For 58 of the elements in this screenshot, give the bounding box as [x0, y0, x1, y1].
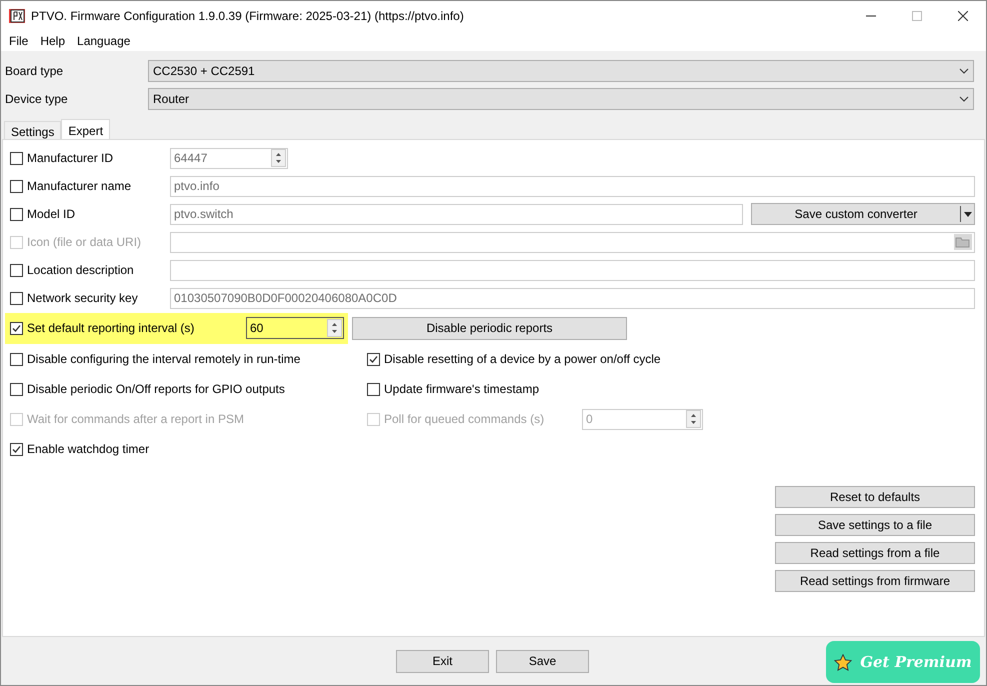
footer-button[interactable]: Exit [396, 650, 489, 672]
action-button[interactable]: Reset to defaults [775, 486, 975, 508]
chevron-down-icon [959, 68, 969, 74]
star-icon [834, 654, 852, 670]
app-logo-icon [9, 9, 25, 23]
checkbox[interactable] [10, 264, 23, 276]
menu-item[interactable]: File [3, 32, 34, 50]
option-label: Disable resetting of a device by a power on/off cycle [384, 351, 661, 368]
option-label: Enable watchdog timer [27, 441, 150, 458]
window-title: PTVO. Firmware Configuration 1.9.0.39 (Firmware: 2025-03-21) (https://ptvo.info) [31, 8, 464, 25]
text-field[interactable]: 01030507090B0D0F00020406080A0C0D [170, 288, 975, 308]
caret-icon [964, 212, 972, 216]
dropdown[interactable]: Router [148, 88, 974, 110]
option-label: Poll for queued commands (s) [384, 411, 544, 428]
spin-arrows-icon[interactable] [686, 410, 701, 428]
option-label: Network security key [27, 290, 138, 307]
option-label: Wait for commands after a report in PSM [27, 411, 244, 428]
checkbox[interactable] [10, 382, 23, 396]
disable-reports-button[interactable]: Disable periodic reports [352, 316, 627, 340]
number-field[interactable]: 64447 [170, 148, 288, 168]
option-label: Model ID [27, 206, 76, 223]
tab[interactable]: Expert [61, 119, 110, 139]
menu-item[interactable]: Language [71, 32, 136, 50]
field-label: Device type [5, 91, 69, 108]
split-button[interactable]: Save custom converter [751, 203, 975, 225]
checkbox[interactable] [10, 208, 23, 220]
action-button[interactable]: Read settings from firmware [775, 570, 975, 592]
checkbox[interactable] [10, 180, 23, 192]
option-label: Manufacturer name [27, 178, 132, 195]
chevron-down-icon [959, 96, 969, 102]
checkbox[interactable] [367, 382, 380, 396]
number-field[interactable]: 60 [246, 317, 344, 339]
footer-button[interactable]: Save [496, 650, 589, 672]
checkbox[interactable] [10, 292, 23, 304]
text-field[interactable]: ptvo.switch [170, 204, 743, 224]
spin-arrows-icon[interactable] [327, 319, 342, 337]
text-field[interactable] [170, 260, 975, 280]
option-label: Icon (file or data URI) [27, 234, 142, 251]
option-label: Manufacturer ID [27, 150, 114, 167]
option-label: Location description [27, 262, 134, 279]
option-label: Disable configuring the interval remotely in run-time [27, 351, 300, 368]
checkbox[interactable] [10, 442, 23, 456]
action-button[interactable]: Read settings from a file [775, 542, 975, 564]
dropdown[interactable]: CC2530 + CC2591 [148, 60, 974, 82]
checkbox[interactable] [10, 322, 23, 334]
checkbox[interactable] [10, 352, 23, 366]
text-field[interactable]: ptvo.info [170, 176, 975, 196]
action-button[interactable]: Save settings to a file [775, 514, 975, 536]
option-label: Update firmware's timestamp [384, 381, 540, 398]
field-label: Board type [5, 63, 64, 80]
checkbox[interactable] [367, 352, 380, 366]
file-field[interactable] [170, 232, 975, 252]
spin-arrows-icon[interactable] [271, 149, 286, 167]
tab[interactable]: Settings [4, 121, 62, 139]
menu-item[interactable]: Help [34, 32, 72, 50]
checkbox[interactable] [10, 152, 23, 164]
option-label: Set default reporting interval (s) [27, 320, 194, 337]
option-label: Disable periodic On/Off reports for GPIO outputs [27, 381, 285, 398]
